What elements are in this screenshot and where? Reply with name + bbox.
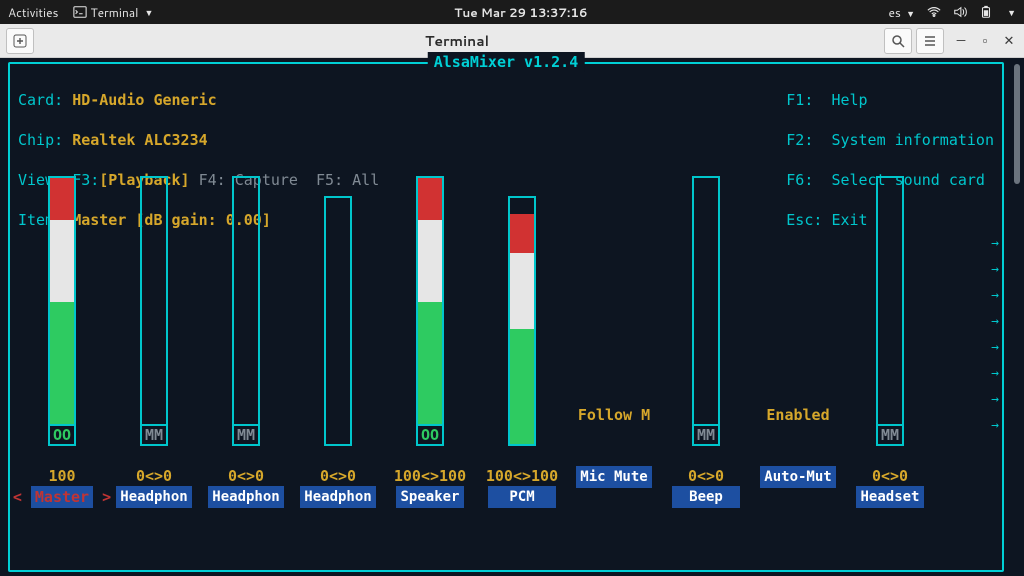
window-title: Terminal bbox=[34, 31, 880, 51]
mute-indicator[interactable]: MM bbox=[876, 424, 904, 446]
help-f2-text: System information bbox=[831, 131, 994, 149]
channel-text-value: Enabled bbox=[766, 404, 829, 426]
channel-level-bar[interactable] bbox=[876, 176, 904, 426]
channel-name: Headphon bbox=[116, 486, 191, 508]
hamburger-button[interactable] bbox=[916, 28, 944, 54]
activities-button[interactable]: Activities bbox=[8, 4, 59, 21]
mute-indicator[interactable]: MM bbox=[140, 424, 168, 446]
gnome-topbar: Activities Terminal ▼ Tue Mar 29 13:37:1… bbox=[0, 0, 1024, 24]
channel-value: 100<>100 bbox=[384, 466, 476, 486]
channel-level-bar[interactable] bbox=[508, 196, 536, 446]
channel-name: Headphon bbox=[208, 486, 283, 508]
channel-level-bar[interactable] bbox=[232, 176, 260, 426]
channel-headphon[interactable]: MM 0<>0Headphon bbox=[108, 174, 200, 560]
help-f2-key: F2: bbox=[786, 131, 813, 149]
search-button[interactable] bbox=[884, 28, 912, 54]
channel-level-bar[interactable] bbox=[692, 176, 720, 426]
card-label: Card: bbox=[18, 91, 63, 109]
channel-name: Auto-Mut bbox=[760, 466, 835, 488]
terminal-body[interactable]: AlsaMixer v1.2.4 Card: HD-Audio Generic … bbox=[0, 58, 1024, 576]
channel-text-value: Follow M bbox=[578, 404, 650, 426]
channel-level-bar[interactable] bbox=[48, 176, 76, 426]
selection-left-icon: < bbox=[13, 487, 31, 507]
channel-value: 100<>100 bbox=[476, 466, 568, 486]
minimize-button[interactable]: — bbox=[952, 32, 970, 50]
alsamixer-title: AlsaMixer v1.2.4 bbox=[428, 52, 585, 72]
alsamixer-frame: AlsaMixer v1.2.4 Card: HD-Audio Generic … bbox=[8, 62, 1004, 572]
volume-icon[interactable] bbox=[953, 5, 967, 19]
channel-master[interactable]: OO100< Master > bbox=[16, 174, 108, 560]
terminal-scrollbar[interactable] bbox=[1012, 58, 1022, 576]
system-menu-chevron-icon[interactable]: ▼ bbox=[1007, 6, 1016, 19]
terminal-icon bbox=[73, 5, 87, 19]
channel-name: Beep bbox=[672, 486, 740, 508]
channel-name: Master bbox=[31, 486, 93, 508]
channel-pcm[interactable]: 100<>100PCM bbox=[476, 174, 568, 560]
channel-value: 0<>0 bbox=[660, 466, 752, 486]
channel-beep[interactable]: MM 0<>0Beep bbox=[660, 174, 752, 560]
channel-headphon[interactable]: MM 0<>0Headphon bbox=[200, 174, 292, 560]
keyboard-layout-indicator[interactable]: es ▼ bbox=[888, 4, 915, 21]
channel-speaker[interactable]: OO 100<>100Speaker bbox=[384, 174, 476, 560]
help-f1-key: F1: bbox=[786, 91, 813, 109]
right-arrows-icon: →→→→→→→→ bbox=[991, 234, 999, 436]
clock[interactable]: Tue Mar 29 13:37:16 bbox=[153, 4, 888, 21]
app-menu-label: Terminal bbox=[91, 4, 139, 21]
channel-name: Headset bbox=[856, 486, 924, 508]
mute-indicator[interactable]: MM bbox=[232, 424, 260, 446]
mute-indicator[interactable]: MM bbox=[692, 424, 720, 446]
hamburger-icon bbox=[923, 34, 937, 48]
new-tab-icon bbox=[13, 34, 27, 48]
channel-name: Headphon bbox=[300, 486, 375, 508]
channel-auto-mut[interactable]: Enabled Auto-Mut bbox=[752, 174, 844, 560]
channel-headset[interactable]: MM 0<>0Headset bbox=[844, 174, 936, 560]
channel-level-bar[interactable] bbox=[140, 176, 168, 426]
maximize-button[interactable]: ▫ bbox=[976, 32, 994, 50]
battery-icon[interactable] bbox=[979, 5, 993, 19]
channel-value: 0<>0 bbox=[108, 466, 200, 486]
channel-name: PCM bbox=[488, 486, 556, 508]
channel-headphon[interactable]: 0<>0Headphon bbox=[292, 174, 384, 560]
chip-value: Realtek ALC3234 bbox=[72, 131, 207, 149]
card-value: HD-Audio Generic bbox=[72, 91, 217, 109]
mute-indicator[interactable]: OO bbox=[48, 424, 76, 446]
new-tab-button[interactable] bbox=[6, 28, 34, 54]
mixer-controls[interactable]: OO100< Master >MM0<>0HeadphonMM0<>0Headp… bbox=[10, 174, 1002, 560]
mute-indicator[interactable]: OO bbox=[416, 424, 444, 446]
channel-name: Speaker bbox=[396, 486, 464, 508]
channel-name: Mic Mute bbox=[576, 466, 651, 488]
channel-value: 0<>0 bbox=[200, 466, 292, 486]
chevron-down-icon: ▼ bbox=[144, 6, 153, 19]
chip-label: Chip: bbox=[18, 131, 63, 149]
channel-level-bar[interactable] bbox=[416, 176, 444, 426]
help-f1-text: Help bbox=[831, 91, 867, 109]
channel-mic mute[interactable]: Follow M Mic Mute bbox=[568, 174, 660, 560]
channel-value: 0<>0 bbox=[844, 466, 936, 486]
app-menu[interactable]: Terminal ▼ bbox=[73, 4, 154, 21]
search-icon bbox=[891, 34, 905, 48]
close-button[interactable]: ✕ bbox=[1000, 32, 1018, 50]
channel-value: 100 bbox=[16, 466, 108, 486]
channel-level-bar[interactable] bbox=[324, 196, 352, 446]
channel-value: 0<>0 bbox=[292, 466, 384, 486]
wifi-icon[interactable] bbox=[927, 5, 941, 19]
